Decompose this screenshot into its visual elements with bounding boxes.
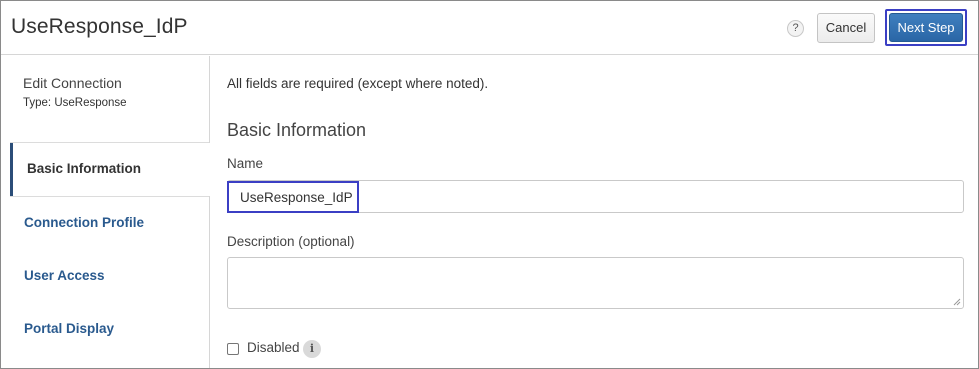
sidebar-item-label: Basic Information	[27, 161, 142, 176]
name-value-highlight: UseResponse_IdP	[227, 181, 359, 213]
description-textarea[interactable]	[227, 257, 964, 309]
required-fields-note: All fields are required (except where no…	[227, 76, 489, 91]
resize-grip-icon[interactable]	[953, 298, 961, 306]
name-input-value: UseResponse_IdP	[240, 190, 353, 205]
description-label: Description (optional)	[227, 234, 355, 249]
cancel-button[interactable]: Cancel	[817, 13, 875, 43]
info-icon[interactable]: i	[303, 340, 321, 358]
sidebar-type-label: Type: UseResponse	[23, 97, 127, 109]
next-step-highlight: Next Step	[885, 9, 967, 46]
sidebar-edit-connection-label: Edit Connection	[23, 75, 122, 91]
sidebar-item-user-access[interactable]: User Access	[24, 268, 105, 283]
disabled-checkbox[interactable]	[227, 343, 239, 355]
next-step-button[interactable]: Next Step	[889, 13, 963, 42]
app-window: UseResponse_IdP ? Cancel Next Step Edit …	[0, 0, 979, 369]
page-title: UseResponse_IdP	[11, 15, 188, 38]
sidebar-item-connection-profile[interactable]: Connection Profile	[24, 215, 144, 230]
help-icon[interactable]: ?	[787, 20, 804, 37]
page-header: UseResponse_IdP ? Cancel Next Step	[1, 1, 978, 55]
sidebar-item-portal-display[interactable]: Portal Display	[24, 321, 114, 336]
sidebar: Edit Connection Type: UseResponse Basic …	[1, 56, 210, 368]
main-content: All fields are required (except where no…	[211, 56, 978, 368]
disabled-label: Disabled	[247, 340, 300, 355]
sidebar-item-basic-information[interactable]: Basic Information	[10, 143, 210, 196]
name-label: Name	[227, 156, 264, 171]
sidebar-divider	[10, 196, 209, 197]
section-title: Basic Information	[227, 120, 367, 140]
